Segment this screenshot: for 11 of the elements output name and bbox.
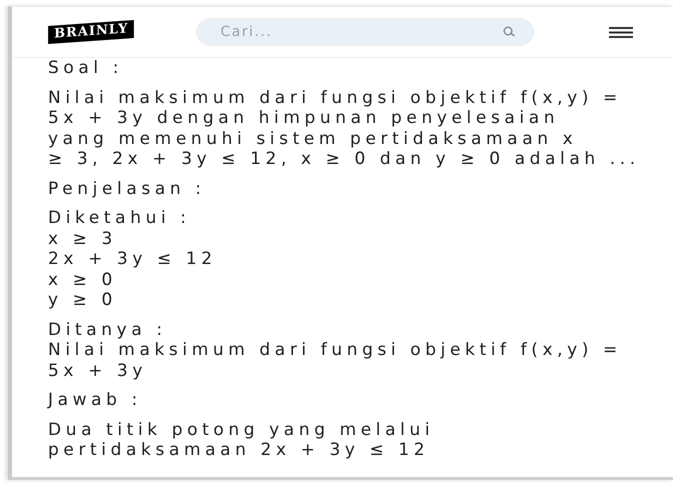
text-paragraph: Soal :: [48, 58, 124, 78]
text-paragraph: Jawab :: [48, 390, 143, 410]
text-paragraph: Dua titik potong yang melalui pertidaksamaan 2x + 3y ≤ 12: [48, 420, 436, 460]
brainly-logo[interactable]: BRAINLY: [48, 20, 134, 44]
text-paragraph: Penjelasan :: [48, 178, 207, 199]
search-field[interactable]: Cari...: [196, 18, 534, 46]
text-paragraph: Ditanya : Nilai maksimum dari fungsi objektif f(x,y) = 5x + 3y: [48, 320, 623, 381]
text-paragraph: Nilai maksimum dari fungsi objektif f(x,y) = 5x + 3y dengan himpunan penyelesaian yang memenuhi sistem pertidaksamaan x ≥ 3, 2x + 3y ≤ 12, x ≥ 0 dan y ≥ 0 adalah ...: [48, 88, 641, 170]
search-icon[interactable]: [503, 26, 516, 37]
text-paragraph: Diketahui : x ≥ 3 2x + 3y ≤ 12 x ≥ 0 y ≥ 0: [48, 208, 218, 310]
menu-icon[interactable]: [609, 26, 633, 38]
